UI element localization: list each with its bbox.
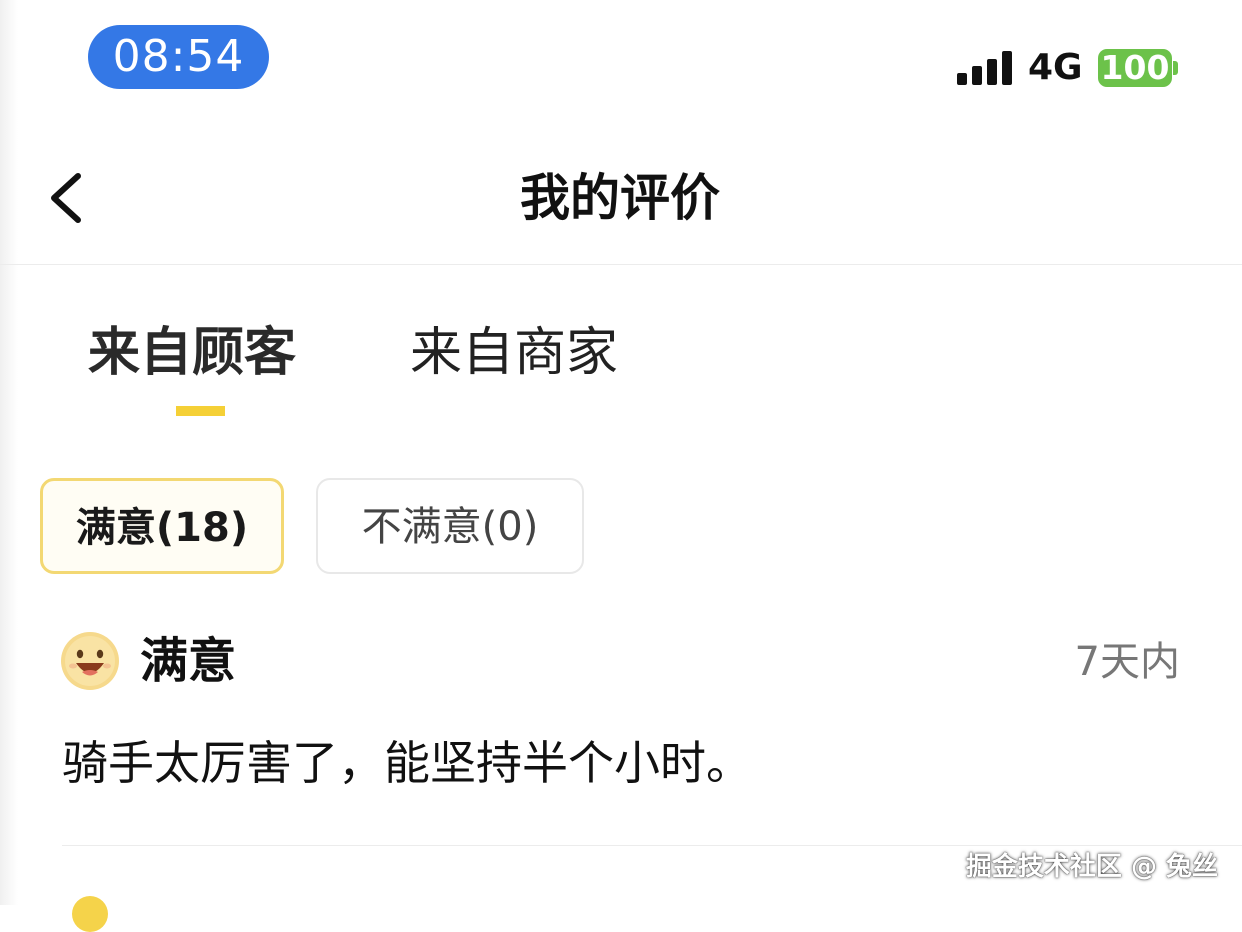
watermark: 掘金技术社区 @ 兔丝 (965, 852, 1218, 882)
review-timestamp: 7天内 (1074, 639, 1180, 685)
status-time: 08:54 (88, 25, 269, 89)
review-divider (62, 845, 1242, 846)
page-title: 我的评价 (520, 169, 720, 227)
review-comment: 骑手太厉害了，能坚持半个小时。 (62, 736, 752, 790)
back-button[interactable] (40, 168, 100, 228)
filter-unsatisfied-button[interactable]: 不满意(0) (316, 478, 584, 574)
tab-from-merchants[interactable]: 来自商家 (410, 320, 618, 386)
cellular-signal-icon (957, 51, 1013, 85)
tab-from-customers[interactable]: 来自顾客 (88, 320, 296, 386)
battery-icon: 100 (1098, 49, 1172, 87)
smiling-face-icon (61, 632, 119, 690)
filter-satisfied-button[interactable]: 满意(18) (40, 478, 284, 574)
left-edge-shadow (0, 0, 18, 905)
nav-divider (0, 264, 1242, 265)
review-rating-label: 满意 (140, 633, 237, 689)
next-review-icon (72, 896, 108, 932)
battery-tip (1173, 61, 1178, 75)
chevron-left-icon (51, 173, 81, 223)
network-type: 4G (1028, 47, 1083, 88)
active-tab-indicator (176, 406, 225, 416)
